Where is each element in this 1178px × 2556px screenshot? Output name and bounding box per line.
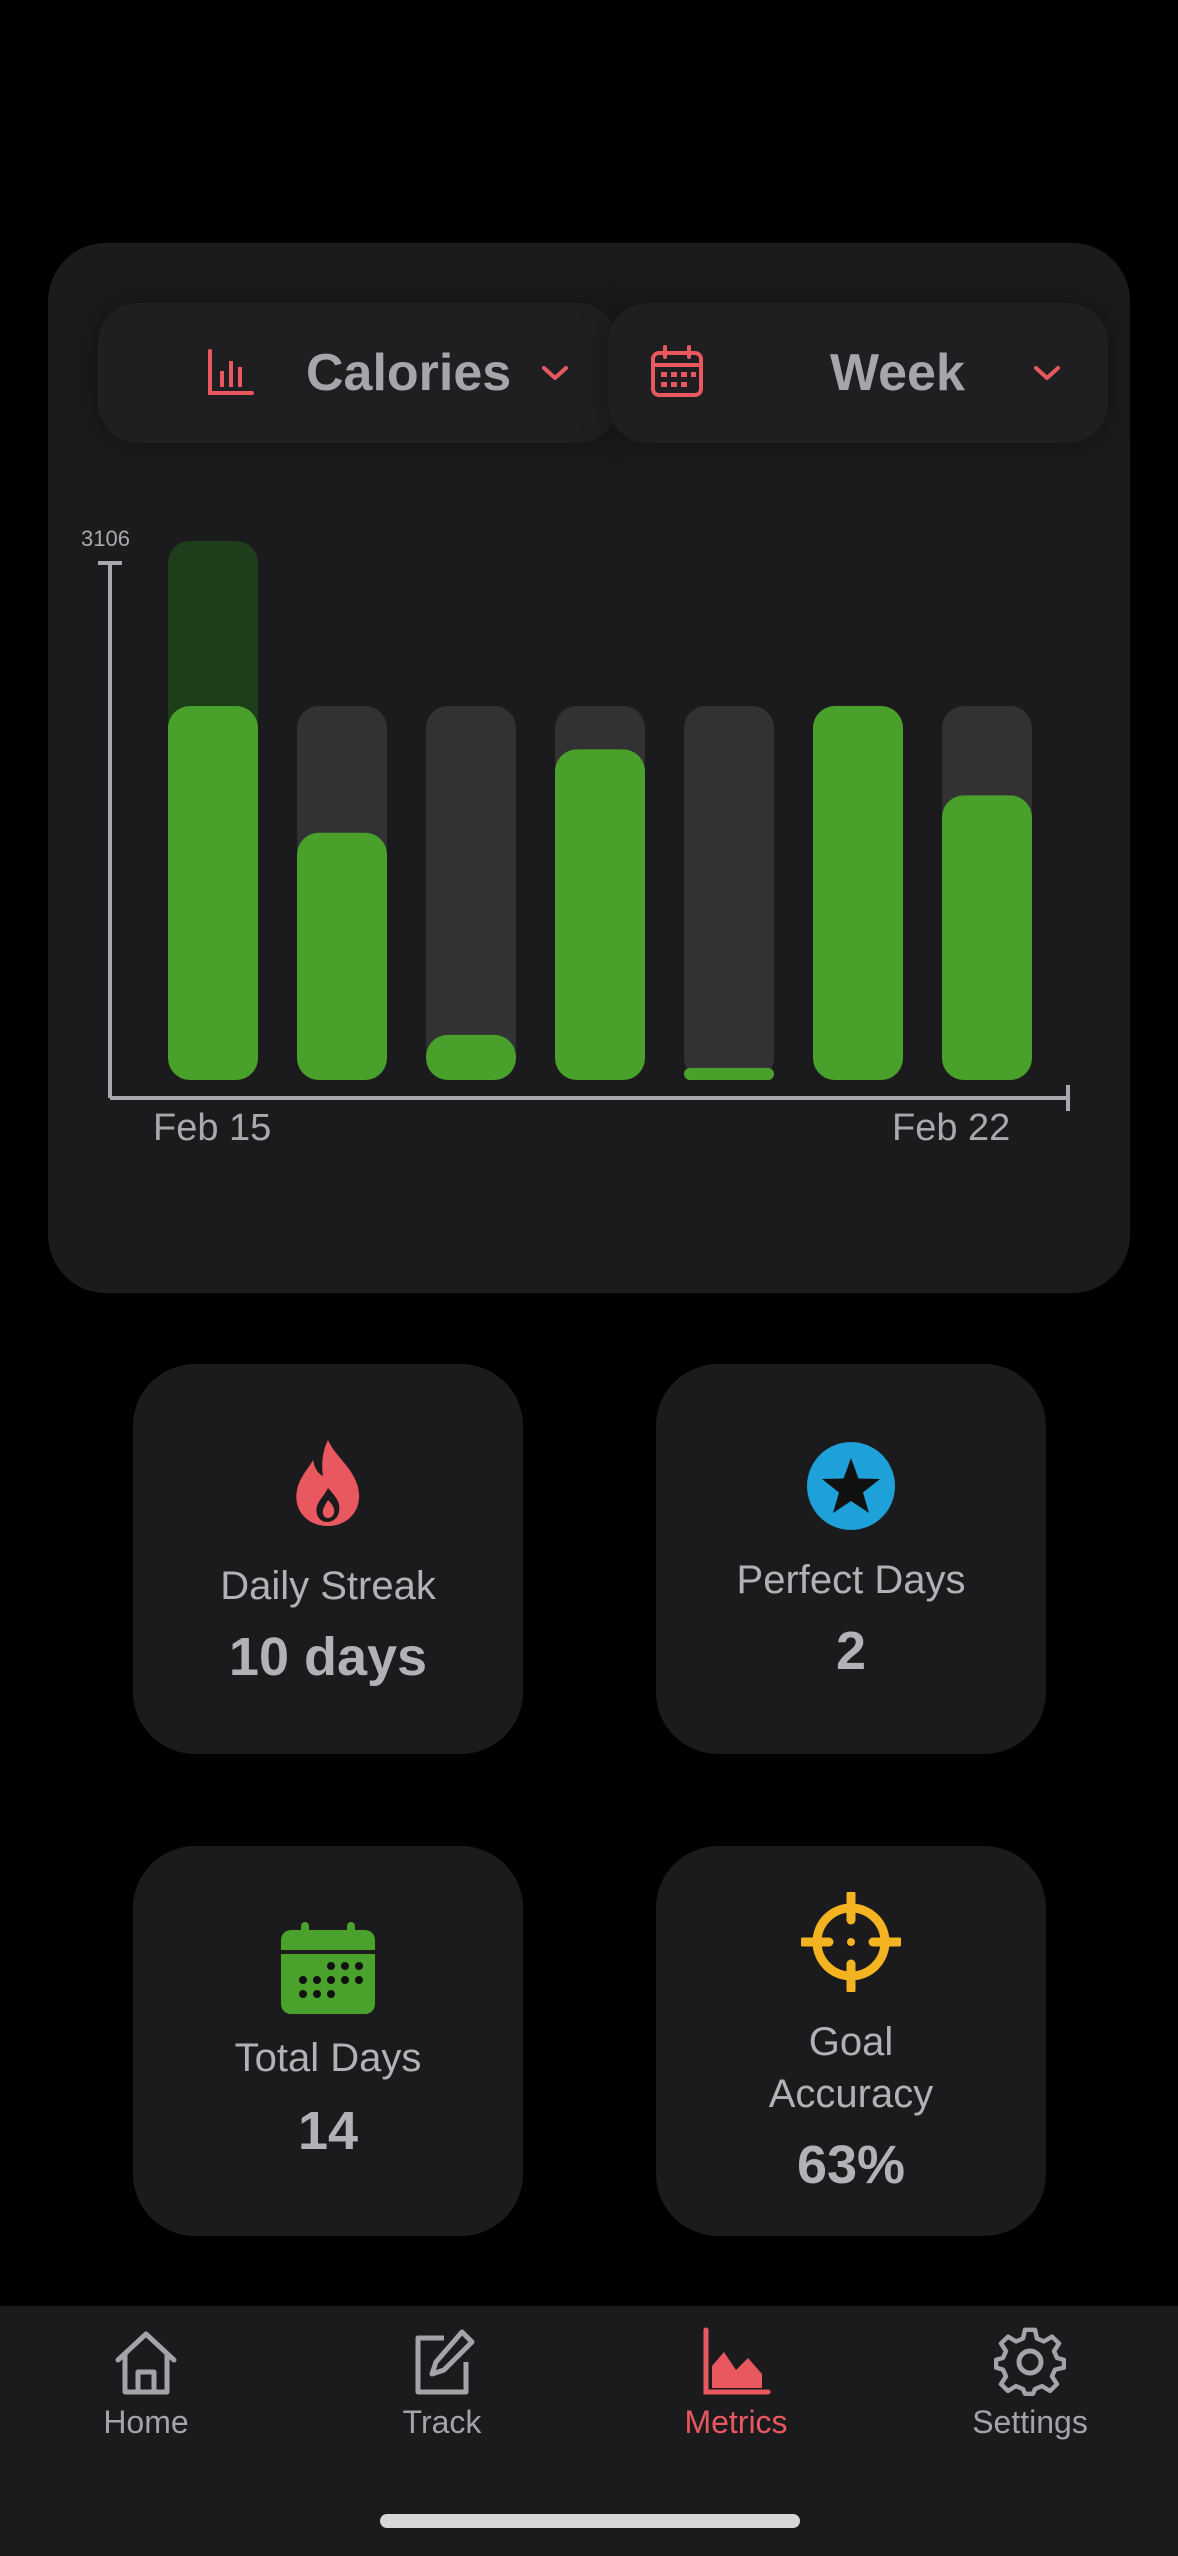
stat-value: 63%	[796, 2135, 906, 2195]
bar-value	[942, 795, 1032, 1080]
stat-title-line1: Goal	[808, 2020, 894, 2064]
stat-card-daily-streak: Daily Streak 10 days	[133, 1364, 523, 1754]
home-indicator	[380, 2514, 800, 2528]
edit-icon	[415, 2329, 475, 2395]
stat-title: Daily Streak	[220, 1564, 436, 1608]
stat-card-perfect-days: Perfect Days 2	[656, 1364, 1046, 1754]
calories-bar-chart: 3106 Feb 15 Feb 22	[81, 526, 1070, 1149]
stat-card-goal-accuracy: Goal Accuracy 63%	[656, 1846, 1046, 2236]
tab-label: Track	[402, 2404, 482, 2440]
flame-icon	[291, 1438, 365, 1533]
bar-value	[168, 706, 258, 1080]
bar-value	[813, 706, 903, 1080]
target-icon	[798, 1889, 904, 1997]
home-icon	[115, 2331, 177, 2395]
tab-home[interactable]: Home	[46, 2326, 246, 2441]
chart-card: Calories Week 3106 Feb 15 Feb 22	[48, 243, 1130, 1293]
stat-title: Total Days	[234, 2036, 422, 2080]
tab-metrics[interactable]: Metrics	[636, 2326, 836, 2441]
bar-value	[297, 832, 387, 1080]
bar-track	[426, 706, 516, 1080]
chart-bars	[168, 541, 1032, 1080]
gear-icon	[994, 2327, 1066, 2397]
area-chart-icon	[703, 2327, 771, 2395]
stat-value: 10 days	[228, 1627, 428, 1687]
x-tick-label-start: Feb 15	[153, 1107, 271, 1149]
calendar-icon	[281, 1922, 375, 2019]
tab-label: Metrics	[684, 2404, 788, 2440]
stat-value: 2	[835, 1621, 867, 1681]
stat-card-total-days: Total Days 14	[133, 1846, 523, 2236]
bar-value	[426, 1034, 516, 1080]
tab-label: Home	[103, 2404, 189, 2440]
tab-track[interactable]: Track	[342, 2326, 542, 2441]
stat-title: Perfect Days	[736, 1558, 966, 1602]
bar-track	[684, 706, 774, 1080]
stat-title-line2: Accuracy	[768, 2072, 934, 2116]
x-tick-label-end: Feb 22	[892, 1107, 1010, 1149]
tab-label: Settings	[972, 2404, 1088, 2440]
bar-value	[555, 749, 645, 1080]
bar-value	[684, 1067, 774, 1080]
tab-settings[interactable]: Settings	[930, 2326, 1130, 2441]
star-icon	[807, 1442, 895, 1535]
y-max-label: 3106	[81, 526, 130, 551]
stat-value: 14	[297, 2101, 359, 2161]
